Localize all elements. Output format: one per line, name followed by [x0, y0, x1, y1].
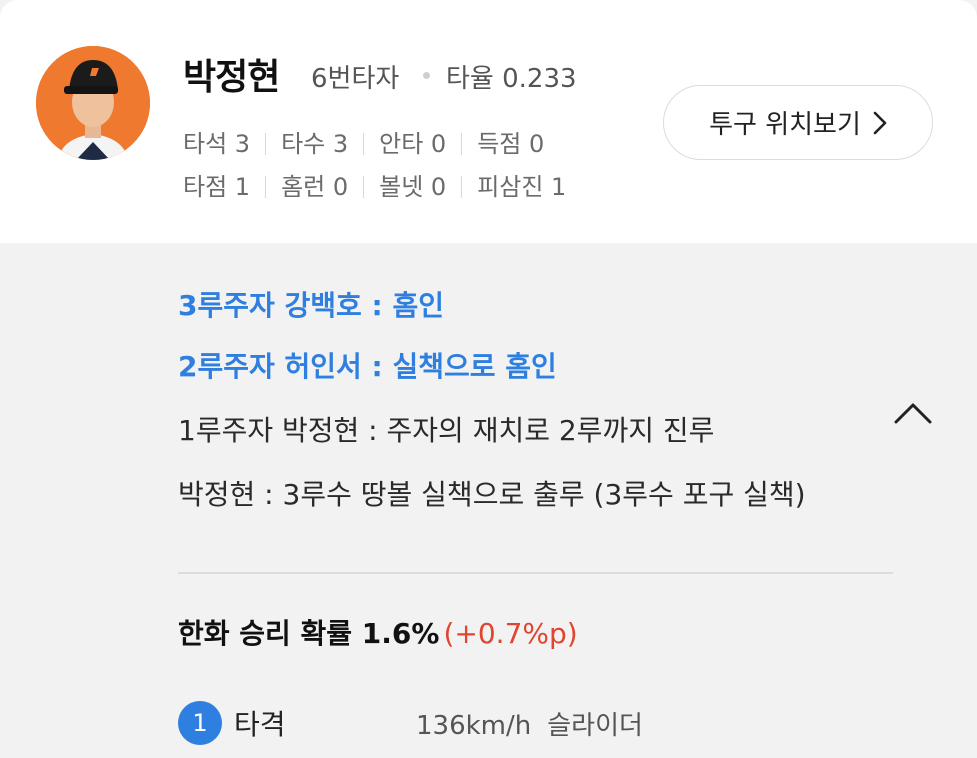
stat-divider: [461, 133, 463, 155]
pitch-number-badge: 1: [178, 701, 222, 745]
pitch-location-label: 투구 위치보기: [709, 110, 861, 140]
stat-strikeouts: 피삼진 1: [477, 173, 567, 201]
stat-divider: [363, 176, 365, 198]
stat-divider: [265, 133, 267, 155]
stat-hits: 안타 0: [379, 130, 447, 158]
pitch-location-button[interactable]: 투구 위치보기: [663, 85, 933, 160]
player-avatar[interactable]: [36, 46, 150, 160]
stat-rbi: 타점 1: [183, 173, 251, 201]
batting-order: 6번타자: [311, 64, 400, 94]
stat-runs: 득점 0: [477, 130, 545, 158]
win-probability: 한화 승리 확률 1.6% (+0.7%p): [178, 612, 578, 652]
stat-home-runs: 홈런 0: [281, 173, 349, 201]
chevron-right-icon: [873, 111, 887, 135]
player-photo-icon: [36, 46, 150, 160]
game-stats-row-1: 타석 3 타수 3 안타 0 득점 0: [183, 124, 544, 159]
chevron-up-icon[interactable]: [893, 401, 933, 429]
win-probability-delta: (+0.7%p): [443, 617, 578, 650]
play-description: 1루주자 박정현 : 주자의 재치로 2루까지 진루: [178, 414, 715, 447]
batter-card: 박정현 6번타자 타율 0.233 타석 3 타수 3 안타 0 득점 0 타점 1 홈…: [0, 0, 977, 243]
game-stats-row-2: 타점 1 홈런 0 볼넷 0 피삼진 1: [183, 167, 566, 202]
play-description: 2루주자 허인서 : 실책으로 홈인: [178, 350, 557, 383]
batting-average: 타율 0.233: [446, 64, 577, 94]
stat-divider: [265, 176, 267, 198]
stat-divider: [363, 133, 365, 155]
play-description: 3루주자 강백호 : 홈인: [178, 289, 445, 322]
pitch-type: 슬라이더: [547, 711, 643, 741]
section-divider: [178, 572, 893, 574]
stat-at-bats: 타수 3: [281, 130, 349, 158]
player-name: 박정현: [183, 57, 280, 98]
stat-plate-appearances: 타석 3: [183, 130, 251, 158]
pitch-info: 136km/h 슬라이더: [416, 705, 643, 742]
stat-divider: [461, 176, 463, 198]
separator-dot: [423, 72, 430, 79]
stat-walks: 볼넷 0: [379, 173, 447, 201]
play-description: 박정현 : 3루수 땅볼 실책으로 출루 (3루수 포구 실책): [178, 478, 806, 511]
pitch-speed: 136km/h: [416, 711, 532, 741]
win-probability-label: 한화 승리 확률 1.6%: [178, 617, 440, 650]
pitch-result: 타격: [234, 708, 286, 741]
